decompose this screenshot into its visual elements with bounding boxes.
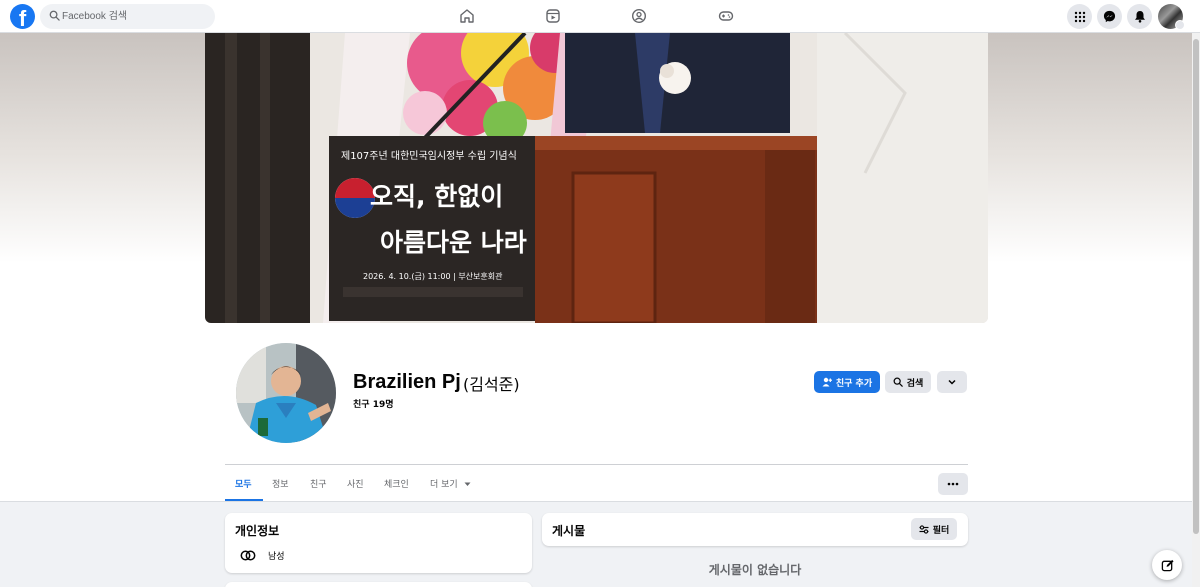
- tab-more-label: 더 보기: [430, 480, 458, 490]
- search-icon: [893, 377, 903, 387]
- tab-check-ins[interactable]: 체크인: [384, 477, 409, 490]
- active-tab-indicator: [225, 499, 263, 501]
- gaming-icon[interactable]: [716, 6, 736, 26]
- tab-more[interactable]: 더 보기: [430, 477, 471, 490]
- tab-overflow-button[interactable]: [938, 473, 968, 495]
- tab-friends[interactable]: 친구: [310, 477, 327, 490]
- more-dots-icon: [947, 482, 959, 486]
- profile-search-label: 검색: [906, 378, 924, 389]
- search-input[interactable]: [62, 4, 207, 29]
- cover-banner-line1: 제107주년 대한민국임시정부 수립 기념식: [341, 149, 517, 162]
- add-person-icon: [822, 377, 832, 387]
- secondary-card: [225, 582, 532, 587]
- profile-picture[interactable]: [233, 340, 339, 446]
- tab-all[interactable]: 모두: [235, 477, 252, 490]
- gender-text: 남성: [268, 552, 285, 562]
- gender-row: 남성: [240, 549, 285, 562]
- cover-banner-line4: 2026. 4. 10.(금) 11:00 | 부산보훈회관: [363, 271, 503, 281]
- intro-card: 개인정보 남성: [225, 513, 532, 573]
- tab-about[interactable]: 정보: [272, 477, 289, 490]
- groups-icon[interactable]: [629, 6, 649, 26]
- filter-icon: [919, 524, 929, 534]
- tab-photos[interactable]: 사진: [347, 477, 364, 490]
- intro-title: 개인정보: [235, 524, 280, 538]
- search-icon: [49, 10, 60, 21]
- gender-icon: [240, 550, 256, 561]
- search-box[interactable]: [40, 4, 215, 29]
- filter-label: 필터: [932, 525, 950, 536]
- profile-picture-image: [236, 343, 336, 443]
- profile-search-button[interactable]: 검색: [885, 371, 931, 393]
- filter-button[interactable]: 필터: [911, 518, 957, 540]
- cover-banner-line2: 오직, 한없이: [370, 182, 503, 211]
- cover-banner-line3: 아름다운 나라: [380, 228, 527, 257]
- page-scrollbar[interactable]: [1192, 33, 1200, 587]
- cover-photo-image: 제107주년 대한민국임시정부 수립 기념식 오직, 한없이 아름다운 나라 2…: [205, 33, 988, 323]
- profile-alternate-name: (김석준): [463, 375, 520, 394]
- top-navigation-bar: f: [0, 0, 1200, 33]
- posts-title: 게시물: [552, 524, 586, 538]
- scrollbar-thumb[interactable]: [1193, 39, 1199, 534]
- notifications-bell-icon[interactable]: [1127, 4, 1152, 29]
- header-divider: [225, 464, 968, 465]
- more-actions-button[interactable]: [937, 371, 967, 393]
- profile-header-panel: [0, 323, 1192, 502]
- account-chevron-icon[interactable]: [1175, 20, 1185, 30]
- profile-name: Brazilien Pj: [353, 371, 461, 393]
- messenger-icon[interactable]: [1097, 4, 1122, 29]
- posts-card: 게시물: [542, 513, 968, 546]
- add-friend-button[interactable]: 친구 추가: [814, 371, 880, 393]
- no-posts-message: 게시물이 없습니다: [708, 563, 802, 577]
- cover-photo[interactable]: 제107주년 대한민국임시정부 수립 기념식 오직, 한없이 아름다운 나라 2…: [205, 33, 988, 323]
- menu-grid-icon[interactable]: [1067, 4, 1092, 29]
- chevron-down-icon: [948, 379, 956, 385]
- new-message-button[interactable]: [1152, 550, 1182, 580]
- caret-down-icon: [464, 482, 471, 486]
- video-icon[interactable]: [543, 6, 563, 26]
- add-friend-label: 친구 추가: [835, 378, 873, 389]
- facebook-logo[interactable]: f: [10, 4, 35, 29]
- home-icon[interactable]: [457, 6, 477, 26]
- compose-icon: [1161, 559, 1174, 571]
- friends-count-link[interactable]: 친구 19명: [353, 397, 394, 410]
